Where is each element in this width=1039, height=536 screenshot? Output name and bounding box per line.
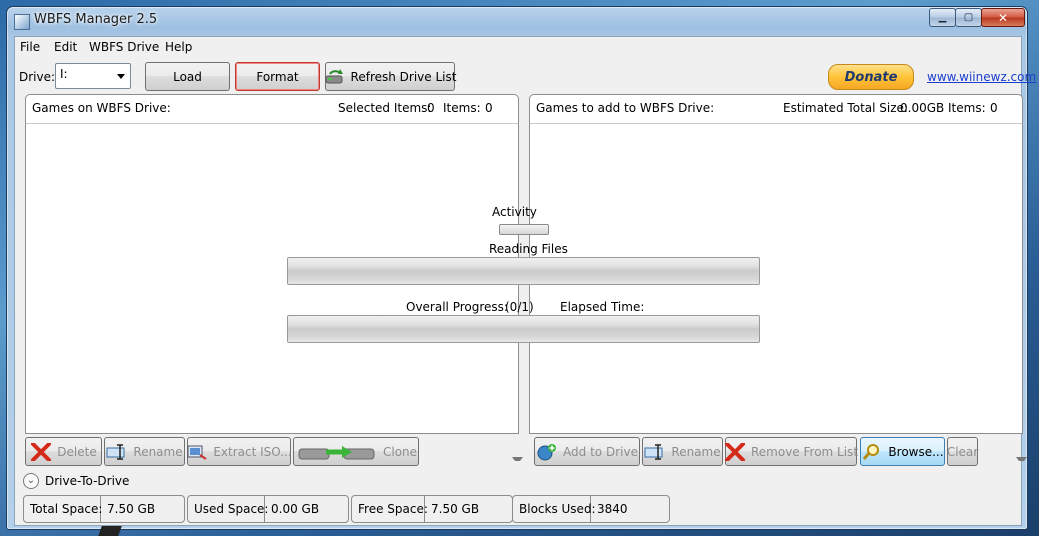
rename-icon [644, 443, 666, 461]
rename-add-button[interactable]: Rename [642, 437, 723, 466]
activity-indicator [499, 224, 549, 235]
add-to-drive-icon [536, 443, 558, 461]
menu-file[interactable]: File [20, 40, 40, 54]
total-space-value: 7.50 GB [107, 502, 156, 516]
right-toolbar-overflow-icon[interactable] [1015, 455, 1027, 463]
status-used-space: Used Space: 0.00 GB [187, 495, 349, 523]
drive-select-value: I: [60, 67, 68, 81]
games-to-add-header: Games to add to WBFS Drive: Estimated To… [530, 95, 1022, 124]
left-toolbar-overflow-icon[interactable] [511, 455, 523, 463]
add-to-drive-button[interactable]: Add to Drive [534, 437, 640, 466]
overall-progress-value: (0/1) [505, 300, 534, 314]
remove-from-list-button[interactable]: Remove From List [724, 437, 859, 466]
reading-progress-bar [287, 257, 760, 285]
used-space-value: 0.00 GB [271, 502, 320, 516]
free-space-label: Free Space: [358, 502, 428, 516]
app-window: WBFS Manager 2.5 ▁ ▢ ✕ File Edit WBFS Dr… [6, 6, 1036, 530]
menu-help[interactable]: Help [165, 40, 192, 54]
clone-drives-icon [298, 443, 378, 461]
status-total-space: Total Space: 7.50 GB [23, 495, 185, 523]
app-icon [14, 14, 30, 30]
blocks-used-value: 3840 [597, 502, 628, 516]
minimize-button[interactable]: ▁ [929, 8, 956, 27]
used-space-label: Used Space: [194, 502, 269, 516]
remove-from-list-button-label: Remove From List [750, 444, 859, 459]
close-button[interactable]: ✕ [981, 8, 1025, 27]
title-bar[interactable]: WBFS Manager 2.5 ▁ ▢ ✕ [7, 7, 1027, 35]
client-area: File Edit WBFS Drive Help Drive: I: Load… [14, 36, 1036, 526]
format-button-label: Format [256, 69, 299, 84]
desktop-fragment [98, 526, 122, 536]
donate-label: Donate [844, 69, 898, 85]
games-to-add-title: Games to add to WBFS Drive: [536, 101, 715, 115]
clone-button-label: Clone [383, 444, 418, 459]
selected-items-label: Selected Items: [338, 101, 432, 115]
minimize-icon: ▁ [938, 12, 947, 23]
menu-bar: File Edit WBFS Drive Help [15, 37, 1021, 57]
rename-drive-button-label: Rename [133, 444, 183, 459]
rename-drive-button[interactable]: Rename [104, 437, 185, 466]
refresh-button-label: Refresh Drive List [350, 69, 457, 84]
estimated-size-label: Estimated Total Size: [783, 101, 908, 115]
load-button-label: Load [173, 69, 202, 84]
clear-button[interactable]: Clear [947, 437, 978, 466]
chevron-down-icon [117, 74, 125, 79]
drive-items-label: Items: [443, 101, 481, 115]
delete-button[interactable]: Delete [25, 437, 102, 466]
games-on-drive-title: Games on WBFS Drive: [32, 101, 171, 115]
reading-files-label: Reading Files [489, 242, 568, 256]
drive-label: Drive: [19, 70, 56, 84]
clear-button-label: Clear [946, 444, 979, 459]
free-space-value: 7.50 GB [431, 502, 480, 516]
drive-items-value: 0 [485, 101, 493, 115]
blocks-used-label: Blocks Used: [519, 502, 596, 516]
delete-icon [30, 441, 52, 462]
format-button[interactable]: Format [235, 62, 320, 91]
browse-button[interactable]: Browse... [860, 437, 945, 466]
extract-iso-icon [186, 443, 208, 461]
website-link[interactable]: www.wiinewz.com [927, 70, 1036, 84]
add-to-drive-button-label: Add to Drive [563, 444, 638, 459]
remove-icon [724, 441, 746, 462]
games-on-drive-header: Games on WBFS Drive: Selected Items: 0 I… [26, 95, 518, 124]
activity-label: Activity [492, 205, 537, 219]
browse-button-label: Browse... [888, 444, 944, 459]
drive-select[interactable]: I: [55, 63, 131, 89]
delete-button-label: Delete [57, 444, 97, 459]
overall-progress-label: Overall Progress: [406, 300, 508, 314]
selected-items-value: 0 [427, 101, 435, 115]
magnifier-icon [861, 443, 883, 461]
add-items-value: 0 [990, 101, 998, 115]
window-title: WBFS Manager 2.5 [34, 12, 158, 27]
estimated-size-value: 0.00GB [900, 101, 945, 115]
status-free-space: Free Space: 7.50 GB [351, 495, 513, 523]
drive-to-drive-label[interactable]: Drive-To-Drive [45, 474, 129, 488]
elapsed-time-label: Elapsed Time: [560, 300, 645, 314]
close-icon: ✕ [997, 10, 1009, 25]
add-items-label: Items: [948, 101, 986, 115]
status-blocks-used: Blocks Used: 3840 [512, 495, 670, 523]
total-space-label: Total Space: [30, 502, 103, 516]
menu-wbfs-drive[interactable]: WBFS Drive [89, 40, 159, 54]
rename-add-button-label: Rename [671, 444, 721, 459]
extract-iso-button[interactable]: Extract ISO... [186, 437, 292, 466]
load-button[interactable]: Load [145, 62, 230, 91]
extract-iso-button-label: Extract ISO... [213, 444, 292, 459]
menu-edit[interactable]: Edit [54, 40, 77, 54]
clone-button[interactable]: Clone [293, 437, 419, 466]
rename-icon [106, 443, 128, 461]
drive-refresh-icon [324, 68, 346, 86]
refresh-drive-list-button[interactable]: Refresh Drive List [324, 62, 457, 91]
maximize-icon: ▢ [963, 12, 974, 23]
overall-progress-bar [287, 315, 760, 343]
donate-button[interactable]: Donate [828, 64, 914, 90]
maximize-button[interactable]: ▢ [955, 8, 982, 27]
expand-chevron-icon[interactable]: ⌄ [23, 473, 39, 489]
